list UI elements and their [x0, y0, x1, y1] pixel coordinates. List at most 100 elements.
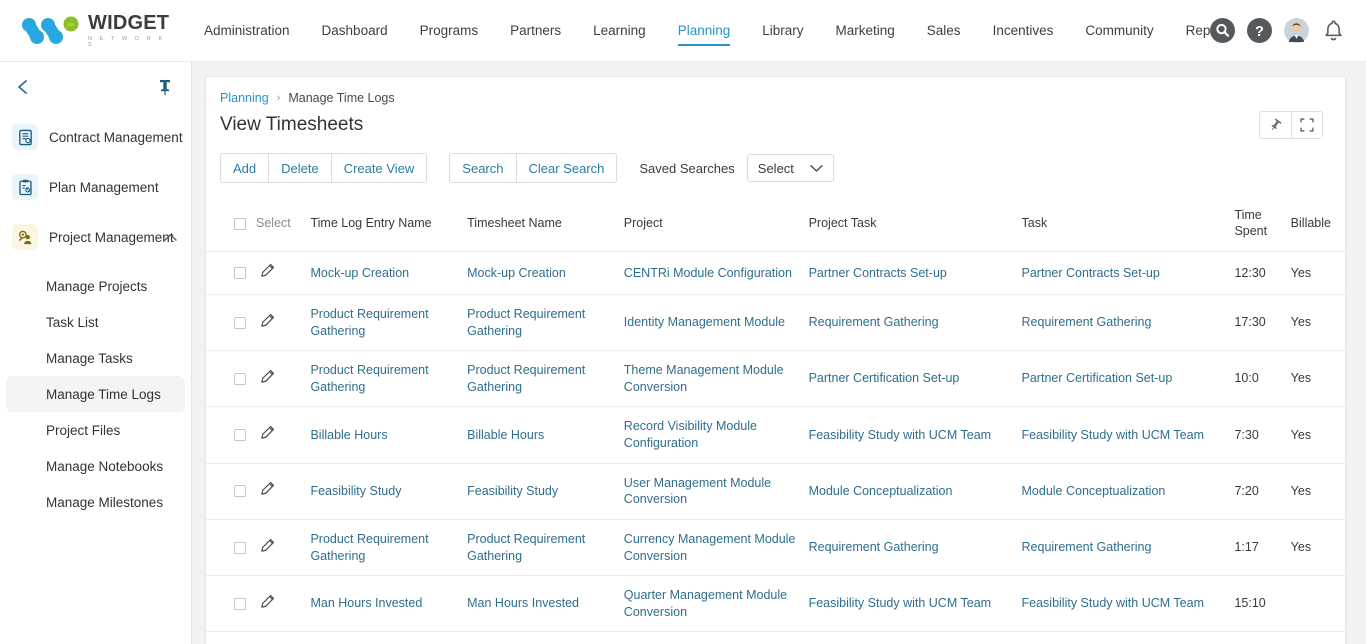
cell-timesheet-name[interactable]: Product Requirement Gathering — [467, 351, 624, 407]
cell-task[interactable]: Partner Certification Set-up — [1022, 351, 1235, 407]
clear-search-button[interactable]: Clear Search — [516, 154, 617, 182]
cell-project-task[interactable]: Module Conceptualization — [809, 463, 1022, 519]
table-row[interactable]: Product Requirement GatheringProduct Req… — [206, 294, 1346, 350]
cell-time-log-entry-name[interactable]: Man Hours Invested — [310, 576, 467, 632]
cell-time-log-entry-name[interactable]: Feasibility Study — [310, 463, 467, 519]
cell-project[interactable]: Quarter Management Module Conversion — [624, 576, 809, 632]
pin-icon[interactable] — [157, 78, 173, 96]
cell-timesheet-name[interactable]: Feasibility Study — [467, 463, 624, 519]
edit-row-button[interactable] — [260, 369, 275, 389]
saved-searches-select[interactable]: Select — [747, 154, 834, 182]
edit-pencil-icon[interactable] — [260, 369, 275, 384]
sidebar-item-manage-projects[interactable]: Manage Projects — [6, 268, 185, 304]
cell-timesheet-name[interactable]: Mock-up Creation — [467, 252, 624, 295]
cell-time-log-entry-name[interactable]: Module Configuration Man Hours — [310, 632, 467, 644]
column-header-task[interactable]: Task — [1022, 200, 1235, 252]
add-button[interactable]: Add — [221, 154, 268, 182]
chevron-up-icon[interactable] — [164, 233, 177, 242]
edit-pencil-icon[interactable] — [260, 263, 275, 278]
cell-timesheet-name[interactable]: Man Hours Invested — [467, 576, 624, 632]
cell-task[interactable]: Feasibility Study with UCM Team — [1022, 576, 1235, 632]
table-row[interactable]: Man Hours InvestedMan Hours InvestedQuar… — [206, 576, 1346, 632]
nav-item-planning[interactable]: Planning — [662, 0, 747, 62]
chevron-left-icon[interactable] — [14, 78, 32, 96]
nav-item-marketing[interactable]: Marketing — [820, 0, 911, 62]
cell-project[interactable]: Record Visibility Module Configuration — [624, 407, 809, 463]
cell-task[interactable]: Requirement Gathering — [1022, 294, 1235, 350]
table-row[interactable]: Module Configuration Man HoursModule Con… — [206, 632, 1346, 644]
sidebar-item-project-management[interactable]: Project Management — [0, 212, 191, 262]
breadcrumb-link-planning[interactable]: Planning — [220, 91, 269, 105]
table-row[interactable]: Feasibility StudyFeasibility StudyUser M… — [206, 463, 1346, 519]
notifications-bell-icon[interactable] — [1321, 18, 1346, 43]
nav-item-sales[interactable]: Sales — [911, 0, 977, 62]
delete-button[interactable]: Delete — [268, 154, 331, 182]
edit-pencil-icon[interactable] — [260, 594, 275, 609]
table-row[interactable]: Mock-up CreationMock-up CreationCENTRi M… — [206, 252, 1346, 295]
cell-project-task[interactable]: Requirement Gathering — [809, 294, 1022, 350]
cell-project[interactable]: Theme Management Module Conversion — [624, 351, 809, 407]
cell-project-task[interactable]: Requirement Gathering — [809, 519, 1022, 575]
cell-time-log-entry-name[interactable]: Mock-up Creation — [310, 252, 467, 295]
edit-pencil-icon[interactable] — [260, 425, 275, 440]
cell-task[interactable]: Quarter Management Module Feasibility Ch… — [1022, 632, 1235, 644]
row-select-checkbox[interactable] — [234, 598, 246, 610]
column-header-billable[interactable]: Billable — [1291, 200, 1346, 252]
edit-row-button[interactable] — [260, 425, 275, 445]
table-row[interactable]: Billable HoursBillable HoursRecord Visib… — [206, 407, 1346, 463]
edit-pencil-icon[interactable] — [260, 481, 275, 496]
sidebar-item-manage-notebooks[interactable]: Manage Notebooks — [6, 448, 185, 484]
edit-row-button[interactable] — [260, 313, 275, 333]
row-select-checkbox[interactable] — [234, 317, 246, 329]
cell-project[interactable]: Identity Management Module — [624, 294, 809, 350]
cell-time-log-entry-name[interactable]: Product Requirement Gathering — [310, 351, 467, 407]
cell-timesheet-name[interactable]: Billable Hours — [467, 407, 624, 463]
nav-item-learning[interactable]: Learning — [577, 0, 662, 62]
cell-project-task[interactable]: Partner Certification Set-up — [809, 351, 1022, 407]
help-icon[interactable]: ? — [1247, 18, 1272, 43]
column-header-project-task[interactable]: Project Task — [809, 200, 1022, 252]
sidebar-item-manage-time-logs[interactable]: Manage Time Logs — [6, 376, 185, 412]
cell-project[interactable]: User Management Module Conversion — [624, 463, 809, 519]
row-select-checkbox[interactable] — [234, 373, 246, 385]
avatar-icon[interactable] — [1284, 18, 1309, 43]
brand-logo[interactable]: WIDGET N E T W O R K S — [18, 13, 166, 48]
nav-item-partners[interactable]: Partners — [494, 0, 577, 62]
cell-timesheet-name[interactable]: Module Configuration Man Hours — [467, 632, 624, 644]
cell-task[interactable]: Requirement Gathering — [1022, 519, 1235, 575]
cell-task[interactable]: Feasibility Study with UCM Team — [1022, 407, 1235, 463]
cell-time-log-entry-name[interactable]: Product Requirement Gathering — [310, 519, 467, 575]
nav-item-programs[interactable]: Programs — [404, 0, 495, 62]
edit-row-button[interactable] — [260, 594, 275, 614]
table-row[interactable]: Product Requirement GatheringProduct Req… — [206, 351, 1346, 407]
table-row[interactable]: Product Requirement GatheringProduct Req… — [206, 519, 1346, 575]
row-select-checkbox[interactable] — [234, 542, 246, 554]
nav-item-administration[interactable]: Administration — [188, 0, 306, 62]
cell-project-task[interactable]: Quarter Management Module Feasibility Ch… — [809, 632, 1022, 644]
cell-time-log-entry-name[interactable]: Billable Hours — [310, 407, 467, 463]
sidebar-item-task-list[interactable]: Task List — [6, 304, 185, 340]
create-view-button[interactable]: Create View — [331, 154, 427, 182]
cell-project-task[interactable]: Feasibility Study with UCM Team — [809, 407, 1022, 463]
edit-row-button[interactable] — [260, 538, 275, 558]
edit-row-button[interactable] — [260, 263, 275, 283]
select-all-checkbox[interactable] — [234, 218, 246, 230]
cell-project[interactable]: Currency Management Module Conversion — [624, 519, 809, 575]
cell-project[interactable]: CENTRi Module Configuration — [624, 252, 809, 295]
cell-project-task[interactable]: Feasibility Study with UCM Team — [809, 576, 1022, 632]
row-select-checkbox[interactable] — [234, 267, 246, 279]
nav-item-community[interactable]: Community — [1069, 0, 1169, 62]
nav-item-library[interactable]: Library — [746, 0, 819, 62]
search-button[interactable]: Search — [450, 154, 515, 182]
nav-item-incentives[interactable]: Incentives — [977, 0, 1070, 62]
column-header-time-spent[interactable]: Time Spent — [1234, 200, 1290, 252]
cell-task[interactable]: Partner Contracts Set-up — [1022, 252, 1235, 295]
edit-pencil-icon[interactable] — [260, 538, 275, 553]
sidebar-item-plan-management[interactable]: Plan Management — [0, 162, 191, 212]
pin-panel-button[interactable] — [1260, 112, 1291, 138]
column-header-timesheet-name[interactable]: Timesheet Name — [467, 200, 624, 252]
sidebar-item-contract-management[interactable]: Contract Management — [0, 112, 191, 162]
cell-time-log-entry-name[interactable]: Product Requirement Gathering — [310, 294, 467, 350]
cell-project-task[interactable]: Partner Contracts Set-up — [809, 252, 1022, 295]
column-header-time-log-entry-name[interactable]: Time Log Entry Name — [310, 200, 467, 252]
